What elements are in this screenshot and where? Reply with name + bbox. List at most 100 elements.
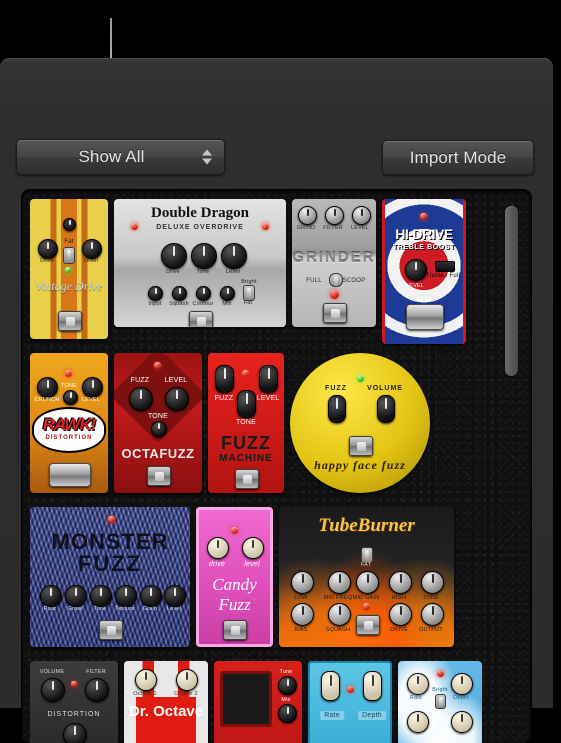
knob[interactable] bbox=[352, 206, 371, 225]
footswitch[interactable] bbox=[49, 463, 91, 487]
knob[interactable] bbox=[405, 259, 427, 281]
pedal-item[interactable]: Tune Mix bbox=[214, 661, 302, 743]
knob[interactable] bbox=[325, 206, 344, 225]
bright-fat-toggle-switch[interactable] bbox=[243, 285, 255, 301]
knob[interactable] bbox=[90, 585, 112, 607]
knob[interactable] bbox=[165, 387, 189, 411]
pedal-item[interactable]: drive level Candy Fuzz bbox=[196, 507, 273, 647]
knob[interactable] bbox=[291, 571, 314, 594]
knob[interactable] bbox=[389, 603, 412, 626]
knob[interactable] bbox=[328, 603, 351, 626]
vertical-scrollbar[interactable] bbox=[504, 198, 519, 735]
knob[interactable] bbox=[115, 585, 137, 607]
knob[interactable] bbox=[63, 218, 76, 231]
pedal-item[interactable]: VOLUME FILTER DISTORTION bbox=[30, 661, 118, 743]
footswitch[interactable] bbox=[147, 466, 171, 486]
bright-toggle-switch[interactable] bbox=[435, 694, 446, 709]
knob[interactable] bbox=[191, 243, 217, 269]
pedal-item[interactable]: Rate Depth Bright bbox=[398, 661, 482, 743]
knob[interactable] bbox=[328, 571, 351, 594]
knob[interactable] bbox=[421, 603, 444, 626]
knob[interactable] bbox=[65, 585, 87, 607]
knob[interactable] bbox=[237, 390, 256, 418]
pedal-item[interactable]: Octave 1 Octave 2 Dr. Octave bbox=[124, 661, 208, 743]
pedal-item[interactable]: TubeBurner FAT LOW MID FREQ MID GAIN HIG… bbox=[279, 507, 454, 647]
scrollbar-thumb[interactable] bbox=[505, 206, 518, 376]
knob[interactable] bbox=[259, 365, 278, 393]
knob[interactable] bbox=[298, 206, 317, 225]
knob[interactable] bbox=[41, 678, 65, 702]
knob[interactable] bbox=[451, 673, 473, 695]
pedal-browser-grid[interactable]: Drive Level Fat Vintage Drive Double Dra… bbox=[22, 190, 531, 743]
footswitch[interactable] bbox=[189, 311, 213, 327]
knob[interactable] bbox=[85, 678, 109, 702]
knob[interactable] bbox=[176, 669, 198, 691]
footswitch[interactable] bbox=[406, 304, 444, 330]
knob[interactable] bbox=[278, 704, 297, 723]
knob[interactable] bbox=[291, 603, 314, 626]
knob[interactable] bbox=[220, 286, 235, 301]
knob-label: BIAS bbox=[294, 627, 308, 633]
knob[interactable] bbox=[221, 243, 247, 269]
pedal-item[interactable]: GRIND FILTER LEVEL GRINDER FULL SCOOP bbox=[292, 199, 376, 327]
pedal-item[interactable]: FUZZ VOLUME happy face fuzz bbox=[290, 353, 430, 493]
knob[interactable] bbox=[407, 711, 429, 733]
pedal-item[interactable]: HI-DRIVE TREBLE BOOST LEVEL Treble / Ful… bbox=[382, 199, 466, 344]
knob[interactable] bbox=[161, 243, 187, 269]
knob-label: LEVEL bbox=[405, 283, 425, 289]
up-down-arrows-icon[interactable] bbox=[202, 149, 212, 165]
full-scoop-toggle-switch[interactable] bbox=[329, 273, 343, 287]
knob[interactable] bbox=[82, 377, 103, 398]
knob[interactable] bbox=[63, 723, 87, 743]
knob[interactable] bbox=[328, 395, 346, 423]
knob[interactable] bbox=[140, 585, 162, 607]
pedal-item[interactable]: MONSTER FUZZ Roar Growl Tone Texture Gra… bbox=[30, 507, 190, 647]
import-mode-button[interactable]: Import Mode bbox=[382, 140, 534, 175]
pedal-item[interactable]: CRUNCH TONE LEVEL RAWK! DISTORTION bbox=[30, 353, 108, 493]
knob[interactable] bbox=[242, 537, 264, 559]
pedal-item[interactable]: FUZZ LEVEL TONE FUZZ MACHINE bbox=[208, 353, 284, 493]
pedal-item[interactable]: Drive Level Fat Vintage Drive bbox=[30, 199, 108, 339]
knob[interactable] bbox=[321, 671, 340, 701]
knob[interactable] bbox=[389, 571, 412, 594]
knob[interactable] bbox=[164, 585, 186, 607]
pedal-item[interactable]: Rate Depth bbox=[308, 661, 392, 743]
knob[interactable] bbox=[407, 673, 429, 695]
knob[interactable] bbox=[377, 395, 395, 423]
knob[interactable] bbox=[356, 571, 379, 594]
pedal-item[interactable]: FUZZ LEVEL TONE OCTAFUZZ bbox=[114, 353, 202, 493]
footswitch[interactable] bbox=[99, 620, 123, 640]
footswitch[interactable] bbox=[323, 303, 347, 323]
knob-label: VOLUME bbox=[39, 669, 65, 675]
knob[interactable] bbox=[38, 239, 58, 259]
footswitch[interactable] bbox=[235, 469, 259, 489]
knob[interactable] bbox=[451, 711, 473, 733]
knob[interactable] bbox=[129, 387, 153, 411]
knob[interactable] bbox=[196, 286, 211, 301]
knob[interactable] bbox=[135, 669, 157, 691]
knob[interactable] bbox=[215, 365, 234, 393]
knob[interactable] bbox=[363, 671, 382, 701]
knob-label: FUZZ bbox=[214, 395, 234, 402]
knob[interactable] bbox=[37, 377, 58, 398]
knob[interactable] bbox=[278, 676, 297, 695]
footswitch[interactable] bbox=[58, 311, 82, 331]
fat-toggle-switch[interactable] bbox=[361, 547, 373, 563]
footswitch[interactable] bbox=[223, 620, 247, 640]
knob[interactable] bbox=[82, 239, 102, 259]
footswitch[interactable] bbox=[349, 436, 373, 456]
knob[interactable] bbox=[63, 390, 78, 405]
knob[interactable] bbox=[151, 421, 167, 437]
fat-toggle-switch[interactable] bbox=[63, 247, 75, 264]
pedal-item[interactable]: Double Dragon DELUXE OVERDRIVE Drive Ton… bbox=[114, 199, 286, 327]
footswitch[interactable] bbox=[356, 615, 380, 635]
pedal-subtitle: DELUXE OVERDRIVE bbox=[156, 224, 244, 231]
show-all-popup-button[interactable]: Show All bbox=[16, 139, 225, 175]
treble-full-switch[interactable] bbox=[435, 261, 455, 272]
knob[interactable] bbox=[40, 585, 62, 607]
knob[interactable] bbox=[172, 286, 187, 301]
knob[interactable] bbox=[421, 571, 444, 594]
knob[interactable] bbox=[207, 537, 229, 559]
knob[interactable] bbox=[148, 286, 163, 301]
pedal-subtitle: FUZZ bbox=[77, 551, 143, 576]
